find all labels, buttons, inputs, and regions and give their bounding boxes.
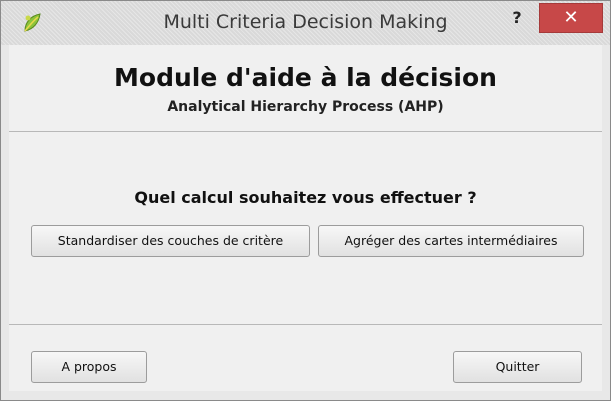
title-bar[interactable]: Multi Criteria Decision Making ? ✕: [1, 1, 610, 45]
calculation-question: Quel calcul souhaitez vous effectuer ?: [134, 188, 477, 207]
page-title: Module d'aide à la décision: [114, 63, 497, 92]
close-button[interactable]: ✕: [539, 3, 603, 33]
about-button[interactable]: A propos: [31, 351, 147, 383]
action-panel: Quel calcul souhaitez vous effectuer ? S…: [9, 132, 602, 325]
standardize-criteria-button[interactable]: Standardiser des couches de critère: [31, 225, 310, 257]
footer-panel: A propos Quitter: [9, 325, 602, 391]
aggregate-maps-button[interactable]: Agréger des cartes intermédiaires: [318, 225, 584, 257]
quit-button[interactable]: Quitter: [453, 351, 582, 383]
help-button[interactable]: ?: [507, 7, 527, 29]
header-panel: Module d'aide à la décision Analytical H…: [9, 45, 602, 132]
dialog-window: Multi Criteria Decision Making ? ✕ Modul…: [0, 0, 611, 401]
page-subtitle: Analytical Hierarchy Process (AHP): [167, 99, 444, 115]
